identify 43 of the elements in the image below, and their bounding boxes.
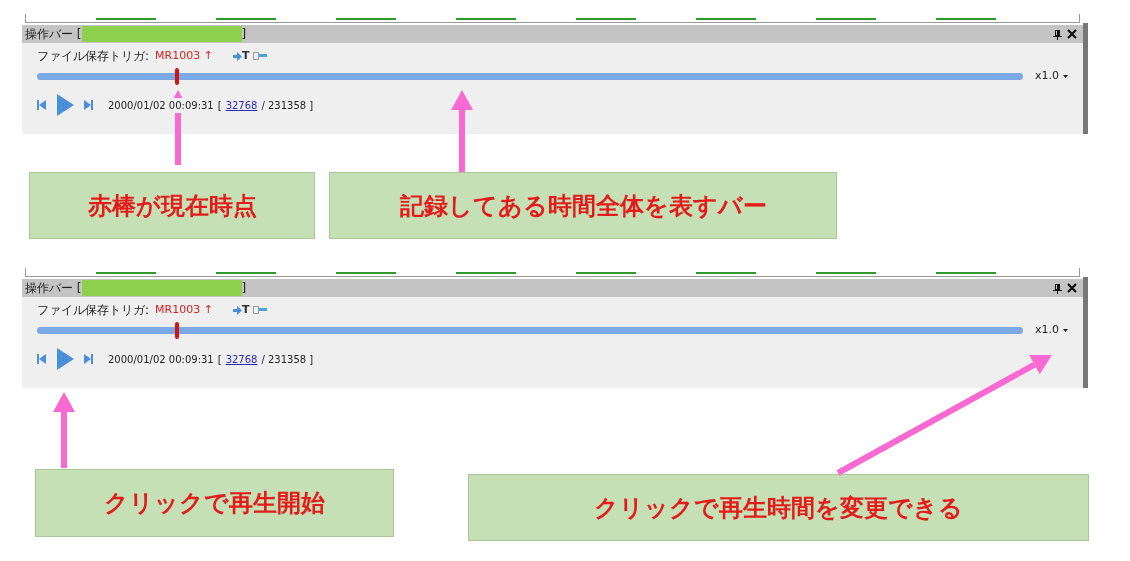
skip-forward-icon[interactable] bbox=[84, 100, 93, 110]
caret-icon bbox=[1063, 75, 1068, 78]
trigger-button[interactable]: T bbox=[232, 47, 250, 65]
skip-back-icon[interactable] bbox=[37, 100, 46, 110]
close-icon[interactable] bbox=[1067, 29, 1077, 39]
speed-dropdown[interactable]: x1.0 bbox=[1035, 68, 1068, 85]
close-icon[interactable] bbox=[1067, 283, 1077, 293]
tag-icon[interactable] bbox=[253, 52, 268, 60]
total-count: / 231358 ] bbox=[261, 352, 314, 367]
trigger-label: ファイル保存トリガ: bbox=[37, 48, 150, 65]
callout-box: クリックで再生時間を変更できる bbox=[468, 474, 1089, 541]
panel-title: 操作バー [ bbox=[25, 26, 82, 43]
tag-icon[interactable] bbox=[253, 306, 268, 314]
total-count: / 231358 ] bbox=[261, 98, 314, 113]
play-icon[interactable] bbox=[57, 348, 74, 370]
panel-title: 操作バー [ bbox=[25, 280, 82, 297]
callout-box: 記録してある時間全体を表すバー bbox=[329, 172, 837, 239]
arrow-right-icon bbox=[232, 305, 242, 315]
trigger-label: ファイル保存トリガ: bbox=[37, 302, 150, 319]
callout-box: 赤棒が現在時点 bbox=[29, 172, 315, 239]
position-link[interactable]: 32768 bbox=[225, 351, 258, 367]
arrow-right-icon bbox=[232, 51, 242, 61]
pin-icon[interactable] bbox=[1053, 282, 1062, 294]
trigger-button[interactable]: T bbox=[232, 301, 250, 319]
bracket-text: [ bbox=[217, 352, 222, 367]
timeline-track[interactable] bbox=[37, 68, 1023, 85]
play-icon[interactable] bbox=[57, 94, 74, 116]
caret-icon bbox=[1063, 329, 1068, 332]
callout-box: クリックで再生開始 bbox=[35, 469, 394, 537]
current-position-marker[interactable] bbox=[174, 322, 179, 339]
panel-title-end: ] bbox=[241, 280, 247, 297]
skip-back-icon[interactable] bbox=[37, 354, 46, 364]
speed-dropdown[interactable]: x1.0 bbox=[1035, 322, 1068, 339]
timeline-track[interactable] bbox=[37, 322, 1023, 339]
time-text: 2000/01/02 00:09:31 bbox=[108, 97, 214, 113]
trigger-value: MR1003 ↑ bbox=[155, 301, 213, 318]
panel-title-end: ] bbox=[241, 26, 247, 43]
trigger-value: MR1003 ↑ bbox=[155, 47, 213, 64]
pin-icon[interactable] bbox=[1053, 28, 1062, 40]
bracket-text: [ bbox=[217, 98, 222, 113]
current-position-marker[interactable] bbox=[174, 68, 179, 85]
position-link[interactable]: 32768 bbox=[225, 97, 258, 113]
skip-forward-icon[interactable] bbox=[84, 354, 93, 364]
